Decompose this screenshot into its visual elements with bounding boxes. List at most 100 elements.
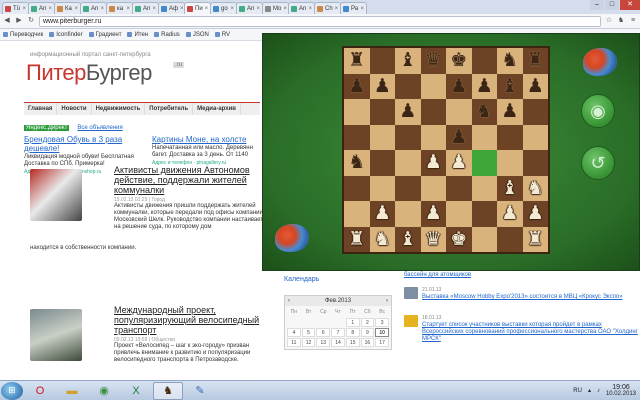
board-square[interactable] (522, 124, 548, 150)
folder-icon[interactable]: ▬ (57, 382, 87, 400)
black-pawn-icon[interactable]: ♟ (501, 102, 518, 121)
close-window-button[interactable]: ✕ (620, 0, 640, 10)
board-square[interactable]: ♟ (446, 124, 472, 150)
black-pawn-icon[interactable]: ♟ (348, 76, 365, 96)
board-square[interactable]: ♚ (446, 48, 472, 74)
close-tab-icon[interactable]: × (360, 6, 364, 12)
board-square[interactable] (471, 150, 497, 176)
board-square[interactable] (446, 201, 472, 227)
board-square[interactable] (420, 124, 446, 150)
black-pawn-icon[interactable]: ♟ (476, 76, 493, 96)
board-square[interactable]: ♟ (446, 150, 472, 176)
board-square[interactable] (471, 48, 497, 74)
board-square[interactable]: ♜ (522, 48, 548, 74)
bookmark-item[interactable]: Iconfinder (49, 32, 83, 38)
site-logo[interactable]: ПитерБургер (26, 60, 152, 86)
calendar-day[interactable]: 10 (375, 328, 389, 337)
all-ads-link[interactable]: Все объявления (77, 125, 122, 131)
calendar-day[interactable]: 3 (375, 318, 389, 327)
board-square[interactable] (497, 124, 523, 150)
board-square[interactable] (395, 124, 421, 150)
address-bar[interactable]: www.piterburger.ru (39, 15, 601, 27)
white-pawn-icon[interactable]: ♟ (450, 153, 467, 172)
black-pawn-icon[interactable]: ♟ (450, 76, 467, 96)
white-pawn-icon[interactable]: ♟ (425, 204, 442, 223)
brain-icon[interactable] (275, 224, 309, 252)
chess-app-icon[interactable]: ♞ (153, 381, 183, 400)
board-square[interactable] (344, 201, 370, 227)
close-tab-icon[interactable]: × (126, 6, 130, 12)
news-title[interactable]: Активисты движения Автономов действие, п… (114, 165, 264, 195)
board-square[interactable]: ♞ (344, 150, 370, 176)
board-square[interactable] (497, 150, 523, 176)
board-square[interactable] (420, 73, 446, 99)
black-knight-icon[interactable]: ♞ (348, 153, 365, 172)
close-tab-icon[interactable]: × (100, 6, 104, 12)
news-thumbnail[interactable] (30, 309, 82, 361)
board-square[interactable] (471, 226, 497, 252)
paint-icon[interactable]: ✎ (185, 382, 215, 400)
close-tab-icon[interactable]: × (230, 6, 234, 12)
side-news-link[interactable]: Выставка «Moscow Hobby Expo'2013» состои… (422, 294, 640, 301)
bookmark-item[interactable]: JSON (185, 32, 209, 38)
network-icon[interactable]: ▴ (588, 387, 591, 394)
black-pawn-icon[interactable]: ♟ (527, 76, 544, 96)
board-square[interactable]: ♞ (522, 175, 548, 201)
board-square[interactable]: ♛ (420, 226, 446, 252)
calendar-day[interactable]: 16 (360, 338, 375, 347)
board-square[interactable] (420, 175, 446, 201)
board-square[interactable] (369, 99, 395, 125)
maximize-button[interactable]: □ (605, 0, 619, 10)
board-square[interactable] (395, 201, 421, 227)
board-square[interactable] (471, 201, 497, 227)
board-square[interactable]: ♟ (522, 201, 548, 227)
white-knight-icon[interactable]: ♞ (527, 178, 544, 198)
board-square[interactable]: ♜ (344, 226, 370, 252)
calendar-day[interactable]: 17 (375, 338, 389, 347)
board-square[interactable] (497, 226, 523, 252)
calendar-day[interactable]: 4 (287, 328, 301, 337)
brain-icon[interactable] (583, 48, 617, 76)
news-title[interactable]: Международный проект, популяризирующий в… (114, 305, 264, 335)
close-tab-icon[interactable]: × (308, 6, 312, 12)
browser-tab[interactable]: Пи × (184, 2, 211, 14)
minimize-button[interactable]: – (590, 0, 604, 10)
black-king-icon[interactable]: ♚ (450, 51, 467, 70)
board-square[interactable] (344, 175, 370, 201)
board-square[interactable]: ♚ (446, 226, 472, 252)
board-square[interactable] (522, 150, 548, 176)
board-square[interactable] (344, 124, 370, 150)
close-tab-icon[interactable]: × (283, 6, 287, 12)
black-pawn-icon[interactable]: ♟ (374, 76, 391, 96)
browser-tab[interactable]: An × (80, 2, 107, 14)
calendar-day[interactable]: 2 (360, 318, 375, 327)
board-square[interactable] (369, 48, 395, 74)
yandex-direct-label[interactable]: Яндекс.Директ (24, 125, 70, 131)
browser-tab[interactable]: Ка × (54, 2, 81, 14)
browser-tab[interactable]: ка × (106, 2, 133, 14)
black-rook-icon[interactable]: ♜ (527, 51, 544, 70)
board-square[interactable]: ♟ (344, 73, 370, 99)
close-tab-icon[interactable]: × (256, 6, 260, 12)
bookmark-item[interactable]: Radius (154, 32, 180, 38)
back-icon[interactable]: ◀ (3, 17, 11, 25)
board-square[interactable]: ♟ (471, 73, 497, 99)
nav-item[interactable]: Потребитель (145, 103, 194, 115)
white-bishop-icon[interactable]: ♝ (399, 229, 416, 249)
chess-board[interactable]: ♜ ♝ ♛ ♚ ♞ ♜ ♟ ♟ ♟ ♟ ♝ ♟ ♟ ♞ ♟ ♟ ♞ ♟ ♟ ♝ ♞ ♟ ♟ ♟ ♟ ♜ ♞ ♝ ♛ ♚ ♜ (342, 46, 550, 254)
next-month-icon[interactable]: › (386, 298, 388, 304)
browser-tab[interactable]: Tü × (2, 2, 29, 14)
board-square[interactable]: ♜ (522, 226, 548, 252)
bookmark-item[interactable]: Переводчик (3, 32, 43, 38)
browser-tab[interactable]: An × (236, 2, 263, 14)
black-bishop-icon[interactable]: ♝ (399, 51, 416, 70)
board-square[interactable]: ♟ (369, 201, 395, 227)
calendar-day[interactable]: 14 (331, 338, 345, 347)
nav-item[interactable]: Главная (24, 103, 58, 115)
side-news-thumbnail[interactable] (404, 287, 418, 299)
white-pawn-icon[interactable]: ♟ (501, 204, 518, 223)
calendar-day[interactable]: 7 (331, 328, 345, 337)
opera-icon[interactable]: O (25, 382, 55, 400)
board-square[interactable]: ♟ (522, 73, 548, 99)
white-queen-icon[interactable]: ♛ (425, 229, 442, 249)
